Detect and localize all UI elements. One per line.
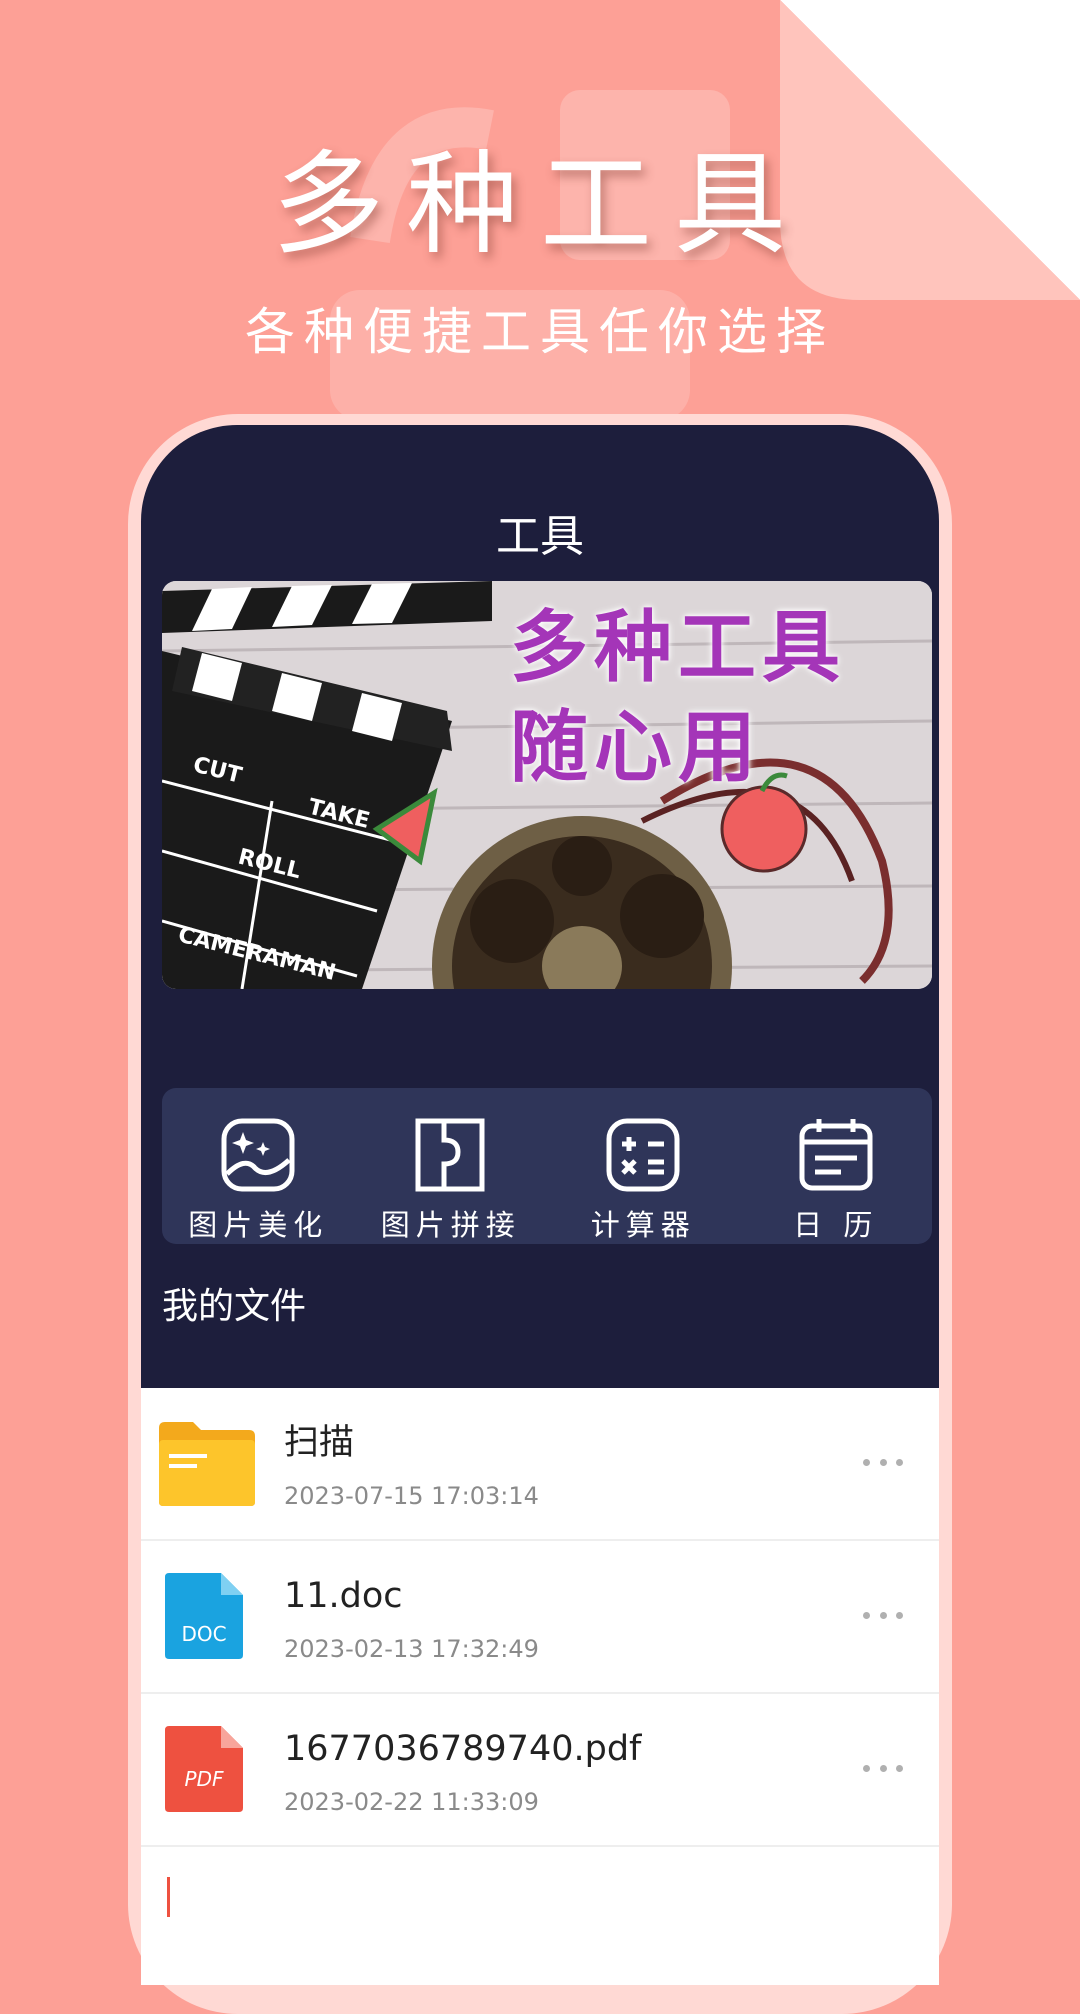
- more-options-button[interactable]: [863, 1603, 903, 1627]
- file-name: 扫描: [284, 1423, 355, 1463]
- folder-icon: [157, 1418, 257, 1508]
- promo-subtitle: 各种便捷工具任你选择: [245, 303, 835, 361]
- list-item-partial[interactable]: [141, 1847, 939, 1985]
- photo-beautify-icon: [221, 1118, 295, 1192]
- file-name: 1677036789740.pdf: [284, 1729, 642, 1769]
- calculator-icon: [606, 1118, 680, 1192]
- promo-banner[interactable]: CUT TAKE ROLL CAMERAMAN 多种工具 随心用: [162, 581, 932, 989]
- file-date: 2023-02-22 11:33:09: [284, 1788, 539, 1816]
- tool-label: 日 历: [793, 1208, 879, 1242]
- calendar-icon: [799, 1119, 873, 1191]
- pdf-badge-text: PDF: [185, 1767, 224, 1791]
- app-screen: 工具 CUT TAKE ROLL CAMERAMAN 多种工具 随心用 图片美化…: [141, 425, 939, 1985]
- my-files-title: 我的文件: [162, 1286, 307, 1327]
- tool-label: 图片美化: [188, 1208, 329, 1242]
- partial-file-icon: [167, 1877, 170, 1917]
- tool-calendar[interactable]: 日 历: [746, 1088, 926, 1244]
- list-item[interactable]: DOC 11.doc 2023-02-13 17:32:49: [141, 1541, 939, 1694]
- file-list: 扫描 2023-07-15 17:03:14 DOC 11.doc 2023-0…: [141, 1388, 939, 1985]
- file-name: 11.doc: [284, 1576, 403, 1616]
- banner-title-line1: 多种工具: [510, 603, 847, 693]
- more-options-button[interactable]: [863, 1450, 903, 1474]
- banner-title-line2: 随心用: [510, 703, 763, 793]
- tool-photo-beautify[interactable]: 图片美化: [168, 1088, 348, 1244]
- list-item[interactable]: PDF 1677036789740.pdf 2023-02-22 11:33:0…: [141, 1694, 939, 1847]
- file-date: 2023-07-15 17:03:14: [284, 1482, 539, 1510]
- promo-title: 多种工具: [272, 140, 808, 270]
- file-date: 2023-02-13 17:32:49: [284, 1635, 539, 1663]
- tool-label: 图片拼接: [380, 1208, 521, 1242]
- tool-label: 计算器: [590, 1208, 696, 1242]
- more-options-button[interactable]: [863, 1756, 903, 1780]
- tools-panel: 图片美化 图片拼接 计算器 日 历: [162, 1088, 932, 1244]
- list-item[interactable]: 扫描 2023-07-15 17:03:14: [141, 1388, 939, 1541]
- tool-photo-stitch[interactable]: 图片拼接: [361, 1088, 541, 1244]
- doc-file-icon: DOC: [157, 1571, 257, 1661]
- doc-badge-text: DOC: [181, 1622, 226, 1646]
- pdf-file-icon: PDF: [157, 1724, 257, 1814]
- photo-stitch-icon: [415, 1118, 485, 1192]
- page-title: 工具: [496, 511, 584, 562]
- tool-calculator[interactable]: 计算器: [553, 1088, 733, 1244]
